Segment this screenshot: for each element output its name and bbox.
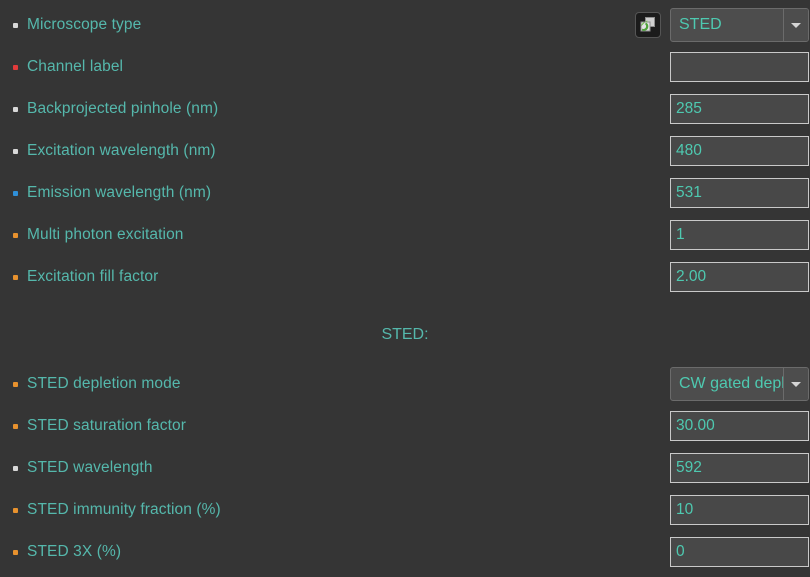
chevron-down-icon[interactable] (783, 9, 808, 41)
status-bullet (13, 424, 18, 429)
parameter-row-multi-photon-excitation: Multi photon excitation (0, 214, 810, 256)
section-header-sted: STED: (0, 326, 810, 344)
parameter-label: Emission wavelength (nm) (27, 185, 211, 201)
parameter-row-sted-depletion-mode: STED depletion mode CW gated depletion (0, 363, 810, 405)
section-header-label: STED: (381, 326, 428, 344)
parameter-row-excitation-fill-factor: Excitation fill factor (0, 256, 810, 298)
parameter-row-channel-label: Channel label (0, 46, 810, 88)
status-bullet (13, 65, 18, 70)
parameter-row-excitation-wavelength: Excitation wavelength (nm) (0, 130, 810, 172)
parameter-control-cell (600, 172, 810, 214)
emission-wavelength-input[interactable] (670, 178, 809, 208)
status-bullet (13, 107, 18, 112)
parameter-control-cell (600, 256, 810, 298)
parameter-row-microscope-type: Microscope type STED (0, 4, 810, 46)
status-bullet (13, 233, 18, 238)
parameter-label: STED saturation factor (27, 418, 186, 434)
parameter-control-cell: STED (600, 4, 810, 46)
status-bullet (13, 382, 18, 387)
parameter-control-cell (600, 214, 810, 256)
microscope-type-value: STED (671, 16, 783, 34)
status-bullet (13, 550, 18, 555)
parameter-label: Microscope type (27, 17, 141, 33)
parameter-control-cell (600, 46, 810, 88)
parameter-control-cell (600, 405, 810, 447)
status-bullet (13, 466, 18, 471)
sted-depletion-mode-combobox[interactable]: CW gated depletion (670, 367, 809, 401)
parameter-row-sted-immunity-fraction: STED immunity fraction (%) (0, 489, 810, 531)
parameter-control-cell (600, 489, 810, 531)
parameter-label: Channel label (27, 59, 123, 75)
parameter-label: Excitation fill factor (27, 269, 158, 285)
parameter-label: STED 3X (%) (27, 544, 121, 560)
status-bullet (13, 149, 18, 154)
parameter-form-panel: Microscope type STED Channel l (0, 0, 810, 577)
parameter-row-backprojected-pinhole: Backprojected pinhole (nm) (0, 88, 810, 130)
status-bullet (13, 23, 18, 28)
sted-saturation-factor-input[interactable] (670, 411, 809, 441)
parameter-label: STED immunity fraction (%) (27, 502, 221, 518)
parameter-row-sted-wavelength: STED wavelength (0, 447, 810, 489)
parameter-label: STED depletion mode (27, 376, 181, 392)
parameter-control-cell (600, 531, 810, 573)
parameter-label: STED wavelength (27, 460, 153, 476)
parameter-row-sted-3x: STED 3X (%) (0, 531, 810, 573)
excitation-fill-factor-input[interactable] (670, 262, 809, 292)
parameter-row-emission-wavelength: Emission wavelength (nm) (0, 172, 810, 214)
channel-label-input[interactable] (670, 52, 809, 82)
sted-depletion-mode-value: CW gated depletion (671, 375, 783, 393)
sted-immunity-fraction-input[interactable] (670, 495, 809, 525)
microscope-type-combobox[interactable]: STED (670, 8, 809, 42)
parameter-control-cell (600, 130, 810, 172)
parameter-label: Excitation wavelength (nm) (27, 143, 216, 159)
chevron-down-icon[interactable] (783, 368, 808, 400)
sted-3x-input[interactable] (670, 537, 809, 567)
status-bullet (13, 191, 18, 196)
parameter-control-cell (600, 447, 810, 489)
status-bullet (13, 275, 18, 280)
parameter-control-cell (600, 88, 810, 130)
status-bullet (13, 508, 18, 513)
parameter-label: Backprojected pinhole (nm) (27, 101, 218, 117)
multi-photon-excitation-input[interactable] (670, 220, 809, 250)
backprojected-pinhole-input[interactable] (670, 94, 809, 124)
sted-wavelength-input[interactable] (670, 453, 809, 483)
parameter-row-sted-saturation-factor: STED saturation factor (0, 405, 810, 447)
excitation-wavelength-input[interactable] (670, 136, 809, 166)
duplicate-channel-icon[interactable] (635, 12, 661, 38)
parameter-label: Multi photon excitation (27, 227, 184, 243)
parameter-control-cell: CW gated depletion (600, 363, 810, 405)
